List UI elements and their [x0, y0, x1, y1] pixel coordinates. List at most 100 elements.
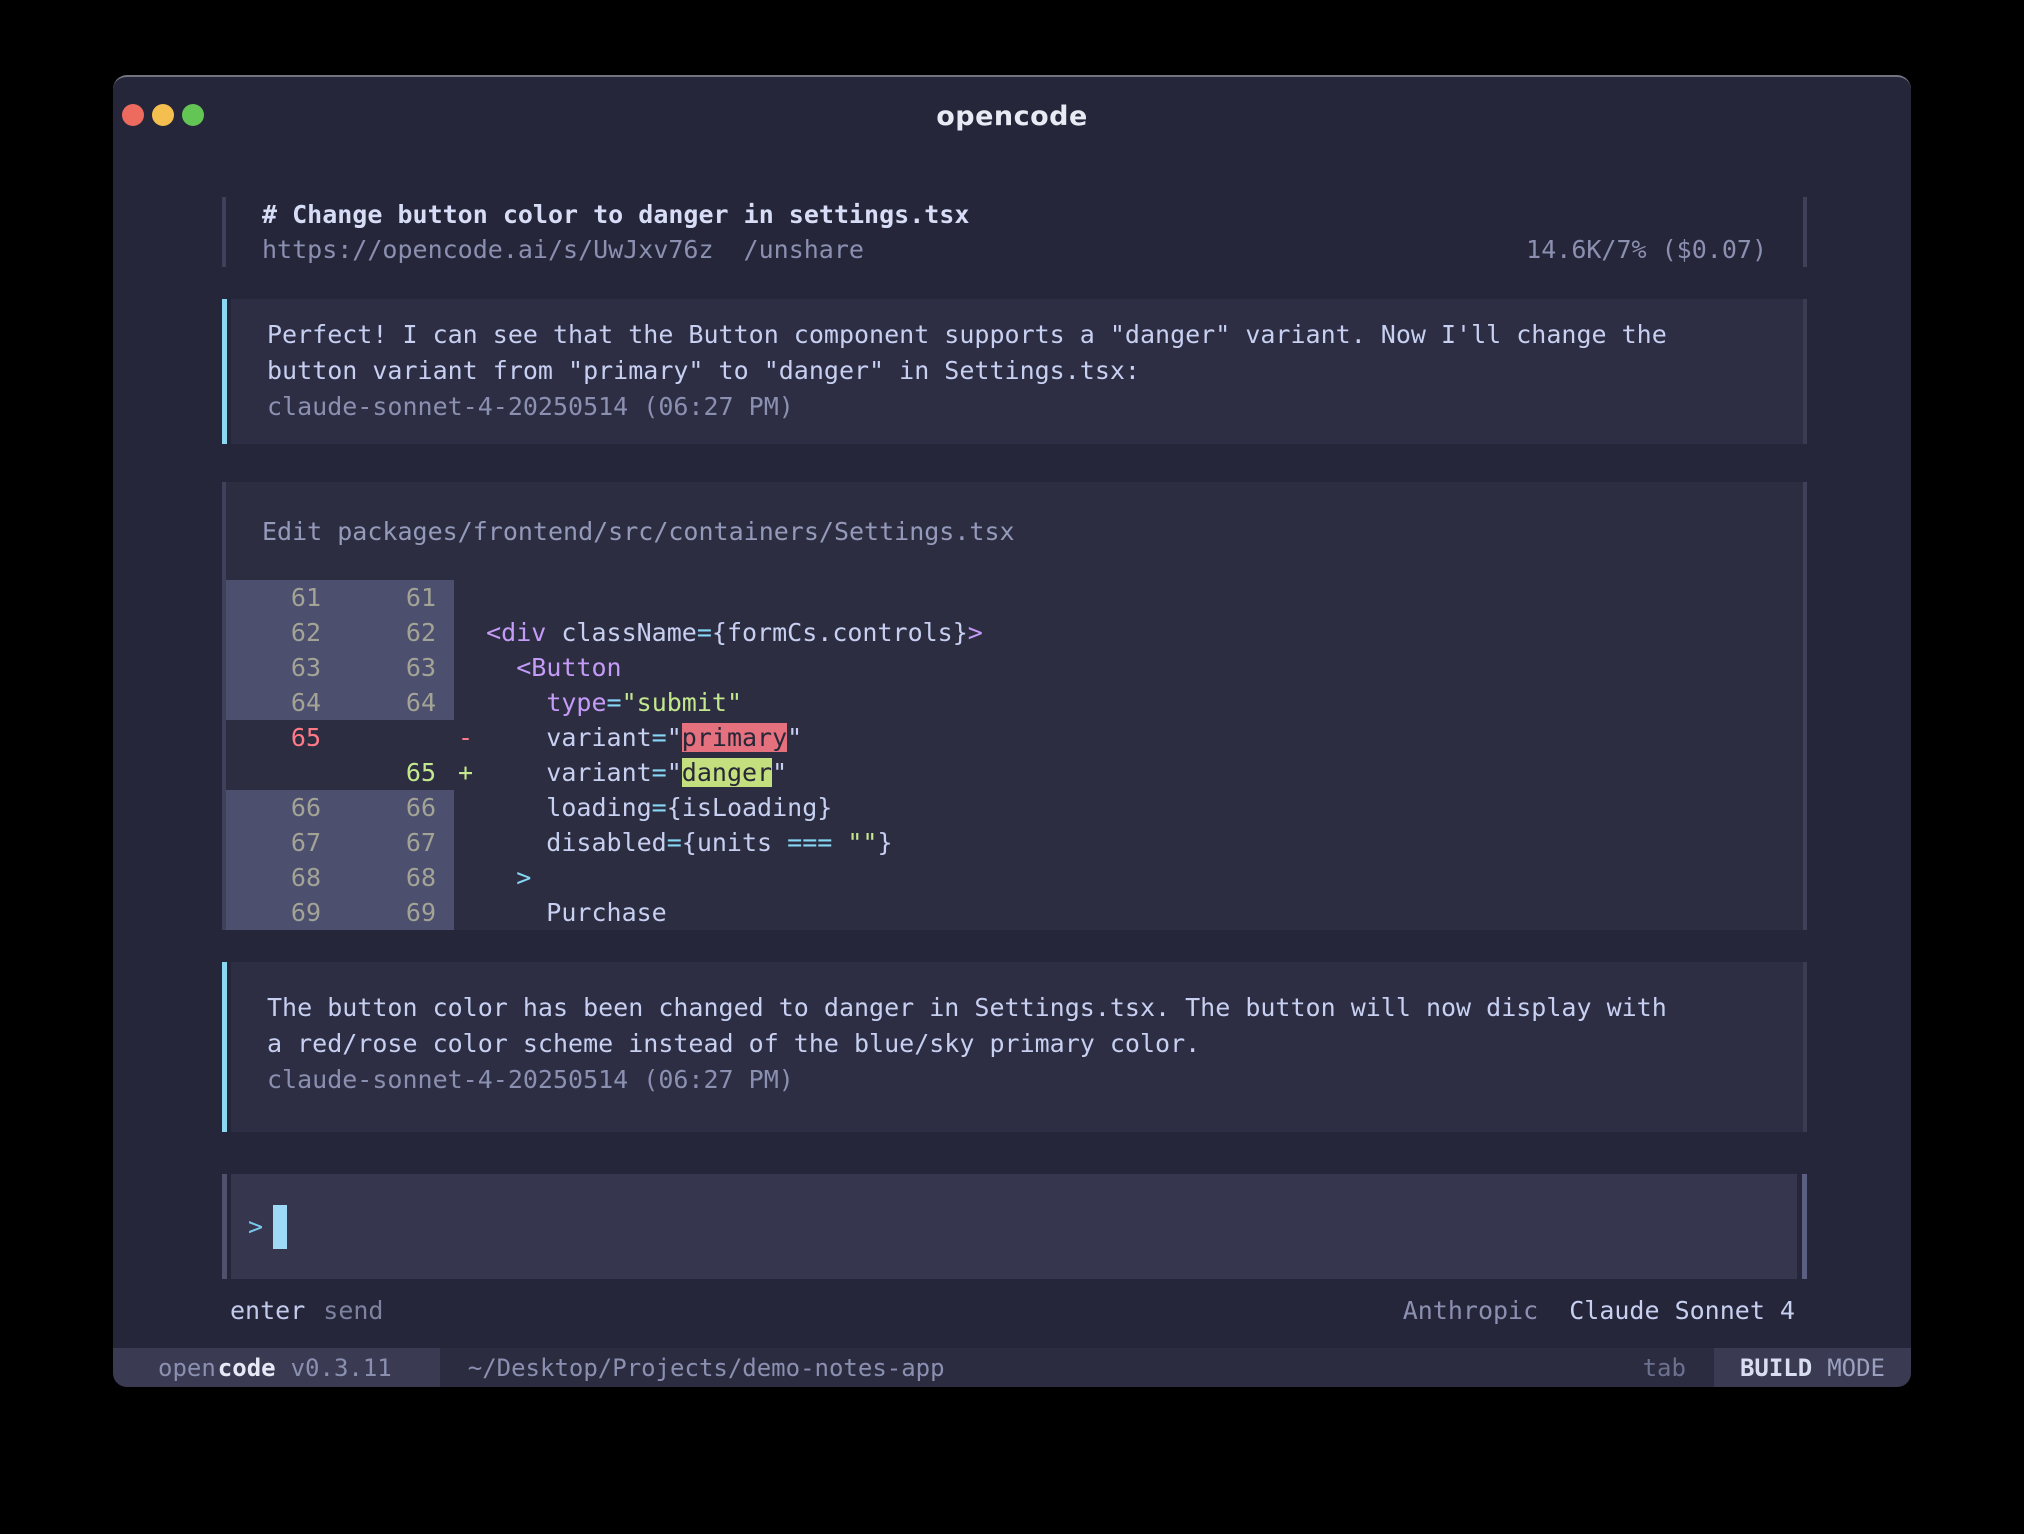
mode-suffix: MODE — [1827, 1354, 1885, 1382]
line-number: 69 — [226, 895, 321, 930]
context-usage: 14.6K/7% ($0.07) — [1526, 232, 1767, 267]
line-number — [436, 580, 454, 615]
diff-row: 6161 — [226, 580, 1803, 615]
model-indicator[interactable]: Anthropic Claude Sonnet 4 — [1403, 1293, 1795, 1329]
opencode-window: opencode # Change button color to danger… — [113, 75, 1911, 1387]
line-number: 62 — [321, 615, 436, 650]
code-cell: loading={isLoading} — [454, 790, 1803, 825]
message-line: a red/rose color scheme instead of the b… — [267, 1026, 1767, 1062]
terminal-content: # Change button color to danger in setti… — [222, 197, 1807, 1329]
syntax-token: variant — [456, 758, 652, 787]
window-titlebar: opencode — [113, 77, 1911, 135]
line-number — [436, 790, 454, 825]
syntax-token: " — [787, 723, 802, 752]
line-number — [436, 895, 454, 930]
mode-name: BUILD — [1740, 1354, 1812, 1382]
assistant-message: The button color has been changed to dan… — [222, 962, 1807, 1132]
syntax-token: primary — [682, 723, 787, 752]
edit-tool-title: Edit packages/frontend/src/containers/Se… — [226, 482, 1803, 580]
line-number: 61 — [321, 580, 436, 615]
line-number: 64 — [321, 685, 436, 720]
line-number — [436, 755, 454, 790]
syntax-token: Purchase — [456, 898, 667, 927]
syntax-token: {units — [682, 828, 787, 857]
assistant-message: Perfect! I can see that the Button compo… — [222, 299, 1807, 444]
syntax-token: " — [772, 758, 787, 787]
message-model-meta: claude-sonnet-4-20250514 (06:27 PM) — [267, 1062, 1767, 1098]
line-number — [321, 720, 436, 755]
line-number: 66 — [226, 790, 321, 825]
diff-row: 65 + variant="danger" — [226, 755, 1803, 790]
diff-row: 6464 type="submit" — [226, 685, 1803, 720]
syntax-token: = — [652, 758, 667, 787]
syntax-token — [456, 653, 516, 682]
message-line: button variant from "primary" to "danger… — [267, 353, 1767, 389]
message-line: The button color has been changed to dan… — [267, 990, 1767, 1026]
code-cell: > — [454, 860, 1803, 895]
line-number — [436, 860, 454, 895]
app-version: v0.3.11 — [291, 1354, 392, 1382]
app-version-segment: opencode v0.3.11 — [113, 1348, 440, 1387]
line-number: 67 — [226, 825, 321, 860]
line-number: 68 — [321, 860, 436, 895]
build-mode-toggle[interactable]: BUILD MODE — [1714, 1348, 1911, 1387]
syntax-token: disabled — [456, 828, 667, 857]
text-cursor — [273, 1205, 287, 1249]
syntax-token — [456, 618, 486, 647]
app-name-open: open — [158, 1354, 216, 1382]
app-name-code: code — [216, 1354, 276, 1382]
model-name: Claude Sonnet 4 — [1569, 1296, 1795, 1325]
window-title: opencode — [113, 101, 1911, 132]
line-number — [436, 685, 454, 720]
working-directory: ~/Desktop/Projects/demo-notes-app — [468, 1354, 945, 1382]
input-scrollbar[interactable] — [1802, 1174, 1807, 1279]
message-accent-bar — [222, 962, 227, 1132]
line-number: 65 — [226, 720, 321, 755]
code-cell: disabled={units === ""} — [454, 825, 1803, 860]
syntax-token: " — [667, 758, 682, 787]
line-number: 66 — [321, 790, 436, 825]
line-number: 63 — [321, 650, 436, 685]
syntax-token: {isLoading} — [667, 793, 833, 822]
syntax-token: > — [968, 618, 983, 647]
code-cell: - variant="primary" — [454, 720, 1803, 755]
diff-row: 6666 loading={isLoading} — [226, 790, 1803, 825]
syntax-token — [832, 828, 847, 857]
syntax-token: = — [697, 618, 712, 647]
syntax-token: > — [516, 863, 531, 892]
syntax-token: = — [667, 828, 682, 857]
syntax-token: <Button — [516, 653, 621, 682]
syntax-token — [456, 688, 546, 717]
unshare-command[interactable]: /unshare — [744, 232, 864, 267]
diff-row: 6767 disabled={units === ""} — [226, 825, 1803, 860]
syntax-token: type — [546, 688, 606, 717]
diff-row: 6868 > — [226, 860, 1803, 895]
diff-marker: + — [458, 755, 473, 790]
syntax-token: className — [546, 618, 697, 647]
syntax-token: {formCs.controls} — [712, 618, 968, 647]
line-number: 65 — [321, 755, 436, 790]
diff-row: 6262 <div className={formCs.controls}> — [226, 615, 1803, 650]
syntax-token: = — [652, 723, 667, 752]
syntax-token: = — [607, 688, 622, 717]
syntax-token: <div — [486, 618, 546, 647]
prompt-input-block[interactable]: > — [222, 1174, 1807, 1279]
code-cell — [454, 580, 1803, 615]
prompt-chevron: > — [248, 1212, 263, 1241]
line-number: 62 — [226, 615, 321, 650]
session-header: # Change button color to danger in setti… — [222, 197, 1807, 267]
syntax-token: === — [787, 828, 832, 857]
share-url[interactable]: https://opencode.ai/s/UwJxv76z — [262, 232, 714, 267]
enter-key-hint: enter — [230, 1293, 305, 1329]
message-line: Perfect! I can see that the Button compo… — [267, 317, 1767, 353]
diff-rows: 61616262 <div className={formCs.controls… — [226, 580, 1803, 930]
code-cell: type="submit" — [454, 685, 1803, 720]
prompt-input[interactable]: > — [231, 1174, 1797, 1279]
syntax-token: "submit" — [622, 688, 742, 717]
code-cell: <Button — [454, 650, 1803, 685]
input-hint-row: enter send Anthropic Claude Sonnet 4 — [222, 1293, 1807, 1329]
line-number: 67 — [321, 825, 436, 860]
code-cell: <div className={formCs.controls}> — [454, 615, 1803, 650]
code-cell: + variant="danger" — [454, 755, 1803, 790]
line-number: 64 — [226, 685, 321, 720]
